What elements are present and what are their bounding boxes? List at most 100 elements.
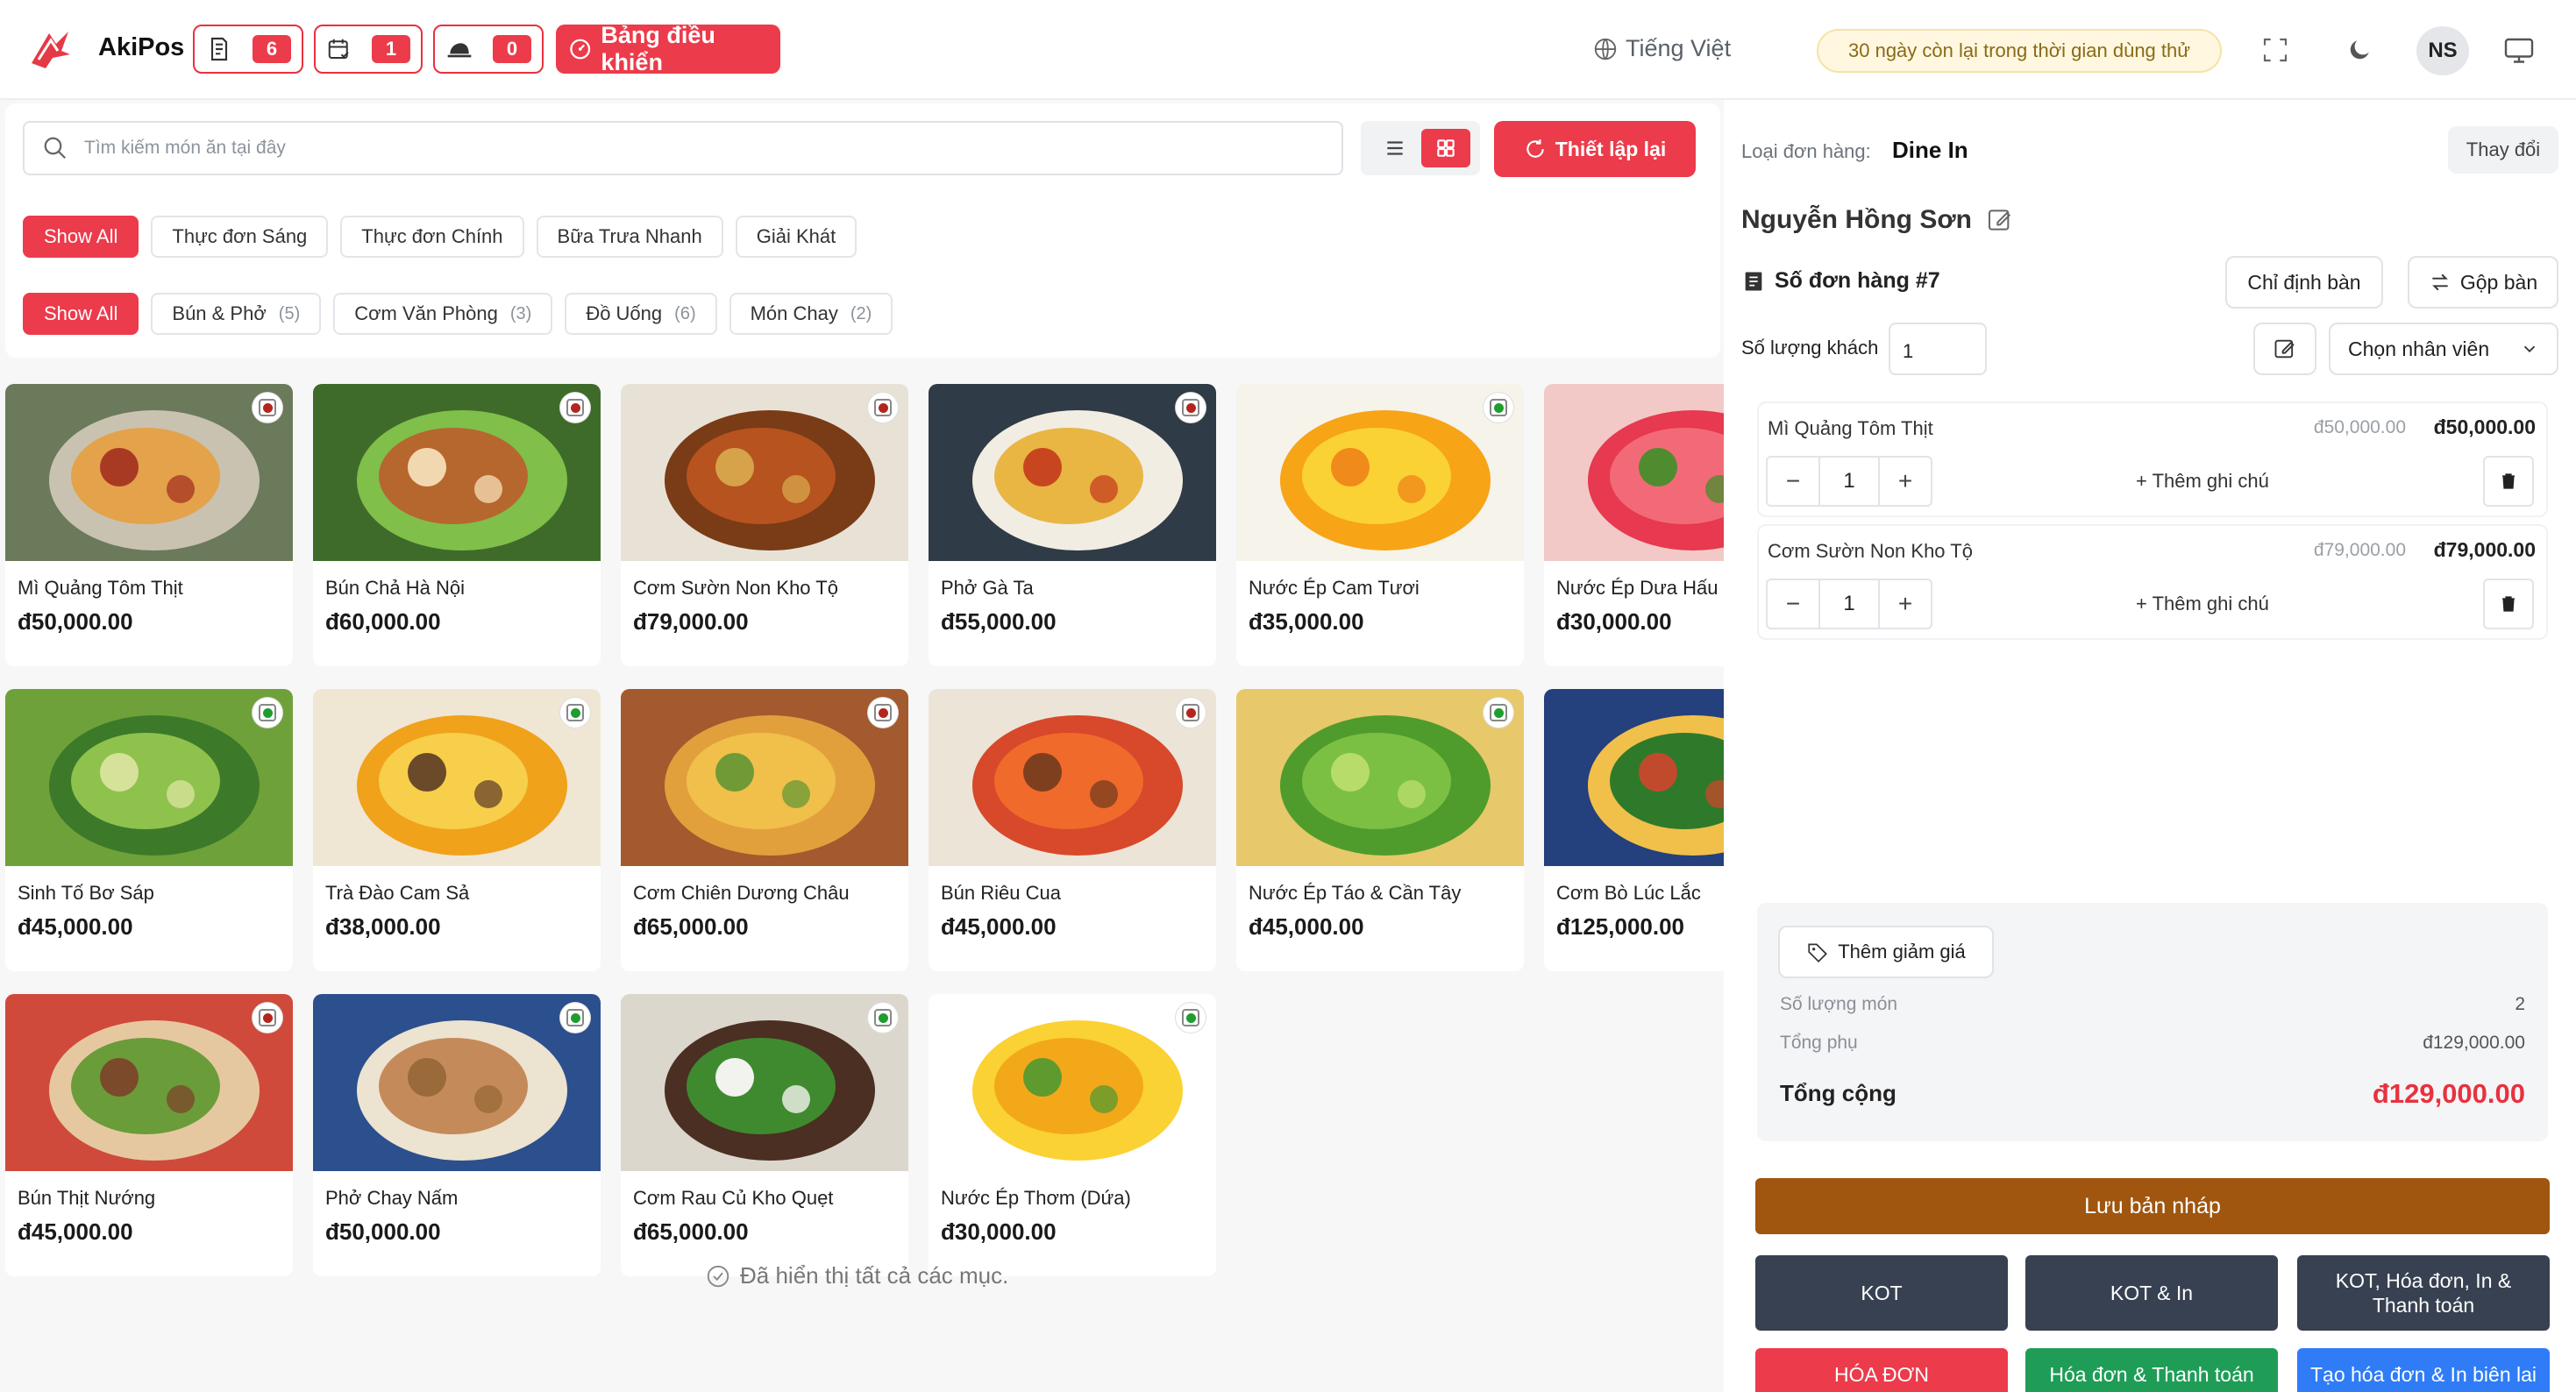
order-line: Cơm Sườn Non Kho Tộ đ79,000.00 đ79,000.0… — [1757, 524, 2548, 640]
pending-orders-counter[interactable]: 6 — [193, 25, 303, 74]
product-card[interactable]: Cơm Sườn Non Kho Tộ đ79,000.00 — [621, 384, 908, 666]
merge-table-label: Gộp bàn — [2459, 270, 2538, 294]
menu-chip-main[interactable]: Thực đơn Chính — [340, 216, 524, 258]
swap-icon — [2432, 273, 2448, 291]
menu-chip-show-all[interactable]: Show All — [23, 216, 139, 258]
product-name: Sinh Tố Bơ Sáp — [18, 882, 154, 904]
category-chip-beverages[interactable]: Đồ Uống (6) — [565, 293, 717, 335]
food-type-indicator-icon — [1176, 393, 1206, 423]
product-card[interactable]: Nước Ép Thơm (Dứa) đ30,000.00 — [929, 994, 1216, 1276]
product-card[interactable]: Sinh Tố Bơ Sáp đ45,000.00 — [5, 689, 293, 971]
product-name: Nước Ép Thơm (Dứa) — [941, 1187, 1131, 1209]
customer-row: Nguyễn Hồng Sơn — [1741, 205, 2014, 235]
trial-badge: 30 ngày còn lại trong thời gian dùng thử — [1817, 29, 2222, 73]
product-name: Nước Ép Táo & Cần Tây — [1249, 882, 1462, 904]
trash-icon — [2502, 473, 2515, 489]
invoice-print-receipt-button[interactable]: Tạo hóa đơn & In biên lai — [2297, 1348, 2550, 1392]
product-name: Phở Gà Ta — [941, 577, 1034, 599]
product-card[interactable]: Nước Ép Táo & Cần Tây đ45,000.00 — [1236, 689, 1524, 971]
display-button[interactable] — [2499, 30, 2539, 70]
food-type-indicator-icon — [1484, 393, 1513, 423]
change-order-type-button[interactable]: Thay đổi — [2448, 126, 2558, 174]
product-price: đ60,000.00 — [325, 608, 441, 635]
product-card[interactable]: Bún Chả Hà Nội đ60,000.00 — [313, 384, 601, 666]
quantity-value[interactable]: 1 — [1818, 458, 1880, 505]
list-view-button[interactable] — [1370, 129, 1420, 167]
category-chip-vegetarian[interactable]: Món Chay (2) — [729, 293, 893, 335]
trash-icon — [2502, 596, 2515, 612]
food-type-indicator-icon — [560, 1003, 590, 1033]
quantity-stepper: − 1 + — [1766, 579, 1932, 629]
product-card[interactable]: Phở Gà Ta đ55,000.00 — [929, 384, 1216, 666]
staff-select[interactable]: Chọn nhân viên — [2329, 323, 2558, 375]
product-card[interactable]: Mì Quảng Tôm Thịt đ50,000.00 — [5, 384, 293, 666]
edit-customer-icon[interactable] — [1986, 206, 2014, 234]
reset-button[interactable]: Thiết lập lại — [1494, 121, 1696, 177]
kot-button[interactable]: KOT — [1755, 1255, 2008, 1331]
total-value: đ129,000.00 — [2372, 1078, 2525, 1109]
product-price: đ65,000.00 — [633, 913, 749, 940]
add-discount-button[interactable]: Thêm giảm giá — [1778, 926, 1994, 978]
search-input[interactable] — [84, 138, 1341, 159]
kot-print-button[interactable]: KOT & In — [2025, 1255, 2278, 1331]
decrease-button[interactable]: − — [1768, 580, 1818, 628]
category-chip-noodles[interactable]: Bún & Phở (5) — [151, 293, 322, 335]
guest-count-input[interactable]: 1 — [1889, 323, 1987, 375]
all-shown-text: Đã hiển thị tất cả các mục. — [740, 1262, 1009, 1289]
add-note-button[interactable]: + Thêm ghi chú — [2136, 593, 2269, 615]
product-card[interactable]: Trà Đào Cam Sả đ38,000.00 — [313, 689, 601, 971]
menu-chip-breakfast[interactable]: Thực đơn Sáng — [151, 216, 329, 258]
item-count-value: 2 — [2515, 994, 2525, 1014]
order-number: Số đơn hàng #7 — [1775, 268, 1940, 293]
quantity-stepper: − 1 + — [1766, 456, 1932, 507]
category-chip-show-all[interactable]: Show All — [23, 293, 139, 335]
kot-invoice-pay-button[interactable]: KOT, Hóa đơn, In & Thanh toán — [2297, 1255, 2550, 1331]
increase-button[interactable]: + — [1880, 580, 1931, 628]
delete-item-button[interactable] — [2483, 456, 2534, 507]
product-price: đ79,000.00 — [633, 608, 749, 635]
product-name: Bún Riêu Cua — [941, 882, 1061, 904]
product-image — [313, 384, 601, 561]
product-card[interactable]: Bún Thịt Nướng đ45,000.00 — [5, 994, 293, 1276]
product-price: đ38,000.00 — [325, 913, 441, 940]
quantity-value[interactable]: 1 — [1818, 580, 1880, 628]
increase-button[interactable]: + — [1880, 458, 1931, 505]
add-note-button[interactable]: + Thêm ghi chú — [2136, 470, 2269, 493]
food-type-indicator-icon — [1176, 1003, 1206, 1033]
reservations-counter[interactable]: 1 — [314, 25, 423, 74]
guest-count-label: Số lượng khách — [1741, 337, 1879, 359]
search-icon — [44, 137, 67, 160]
delivery-counter[interactable]: 0 — [433, 25, 544, 74]
product-card[interactable]: Nước Ép Cam Tươi đ35,000.00 — [1236, 384, 1524, 666]
search-bar[interactable] — [23, 121, 1343, 175]
merge-table-button[interactable]: Gộp bàn — [2408, 256, 2558, 309]
user-avatar[interactable]: NS — [2416, 26, 2469, 75]
menu-chip-quick-lunch[interactable]: Bữa Trưa Nhanh — [536, 216, 723, 258]
list-icon — [1387, 141, 1403, 155]
product-card[interactable]: Cơm Chiên Dương Châu đ65,000.00 — [621, 689, 908, 971]
reset-label: Thiết lập lại — [1555, 137, 1667, 160]
delete-item-button[interactable] — [2483, 579, 2534, 629]
edit-staff-button[interactable] — [2253, 323, 2316, 375]
product-card[interactable]: Cơm Rau Củ Kho Quẹt đ65,000.00 — [621, 994, 908, 1276]
food-type-indicator-icon — [253, 393, 282, 423]
assign-table-button[interactable]: Chỉ định bàn — [2225, 256, 2383, 309]
product-price: đ50,000.00 — [325, 1218, 441, 1245]
invoice-pay-button[interactable]: Hóa đơn & Thanh toán — [2025, 1348, 2278, 1392]
dark-mode-button[interactable] — [2339, 30, 2380, 70]
category-chip-office-rice[interactable]: Cơm Văn Phòng (3) — [333, 293, 553, 335]
all-shown-notice: Đã hiển thị tất cả các mục. — [705, 1262, 1008, 1289]
decrease-button[interactable]: − — [1768, 458, 1818, 505]
product-image — [621, 384, 908, 561]
product-image — [5, 994, 293, 1171]
invoice-button[interactable]: HÓA ĐƠN — [1755, 1348, 2008, 1392]
product-card[interactable]: Phở Chay Nấm đ50,000.00 — [313, 994, 601, 1276]
menu-chip-drinks[interactable]: Giải Khát — [735, 216, 857, 258]
language-selector[interactable]: Tiếng Việt — [1592, 35, 1731, 62]
category-label: Món Chay — [750, 302, 838, 324]
product-card[interactable]: Bún Riêu Cua đ45,000.00 — [929, 689, 1216, 971]
grid-view-button[interactable] — [1421, 129, 1470, 167]
save-draft-button[interactable]: Lưu bản nháp — [1755, 1178, 2550, 1234]
dashboard-button[interactable]: Bảng điều khiển — [556, 22, 780, 75]
fullscreen-button[interactable] — [2255, 30, 2295, 70]
